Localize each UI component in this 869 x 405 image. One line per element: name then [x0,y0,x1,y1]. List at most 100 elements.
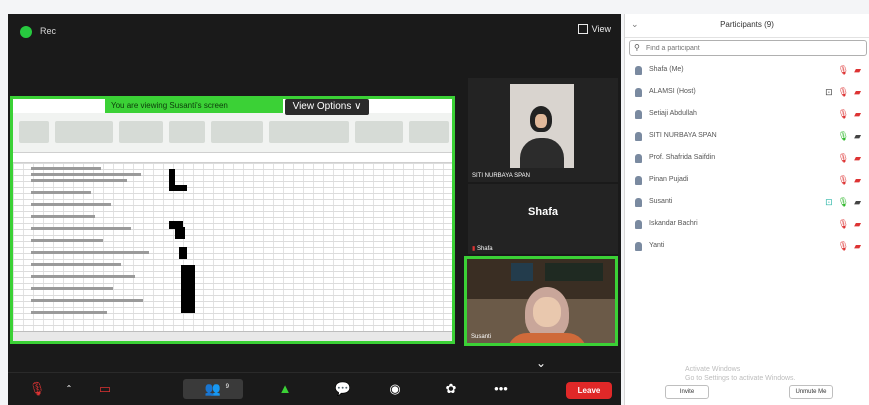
participant-name: ALAMSI (Host) [649,88,696,95]
view-button[interactable]: View [577,24,611,34]
video-tile-susanti[interactable]: Susanti [464,256,618,346]
participant-status: ⊡ 🎙 ▰ [825,87,861,98]
participant-row[interactable]: ALAMSI (Host) ⊡ 🎙 ▰ [625,82,869,104]
record-button[interactable]: ◉ [384,379,406,399]
search-input[interactable] [646,42,856,54]
panel-header: ⌄ Participants (9) [625,14,869,38]
participant-row[interactable]: Yanti 🎙 ▰ [625,236,869,258]
video-off-icon: ▰ [854,175,861,185]
video-on-icon: ▰ [854,197,861,207]
participant-row[interactable]: Setiaji Abdullah 🎙 ▰ [625,104,869,126]
invite-button[interactable]: Invite [665,385,709,399]
tile-name-label: SITI NURBAYA SPAN [472,173,531,179]
meeting-window: Rec View You are viewing Susanti's scree… [8,14,621,405]
gantt-bar [181,265,195,313]
chat-button[interactable]: 💬 [332,379,354,399]
participant-list: Shafa (Me) 🎙 ▰ ALAMSI (Host) ⊡ 🎙 ▰ Setiaji … [625,60,869,258]
mic-muted-icon: 🎙 [837,109,850,119]
screen-share-icon: ⊡ [825,87,833,97]
participant-status: ⊡ 🎙 ▰ [825,197,861,208]
formula-bar [13,153,452,163]
watermark-line: Go to Settings to activate Windows. [685,375,796,382]
participant-row[interactable]: Susanti ⊡ 🎙 ▰ [625,192,869,214]
mic-muted-icon: 🎙 [837,175,850,185]
avatar [635,176,642,185]
wall-picture [511,263,533,281]
sheet-tabs[interactable] [13,331,452,341]
avatar [635,66,642,75]
tile-name-label: Susanti [471,334,492,340]
share-screen-button[interactable]: ▲ [274,379,296,399]
video-tile-shafa[interactable]: Shafa ▮ Shafa [468,184,618,254]
cell-text [31,275,135,278]
participant-status: 🎙 ▰ [838,175,861,186]
audio-options-chevron-icon[interactable]: ⌃ [58,379,80,399]
ribbon-group [355,121,403,143]
security-shield-icon[interactable] [20,26,32,38]
reactions-button[interactable]: ✿ [440,379,462,399]
chevron-down-icon[interactable]: ⌄ [536,356,546,370]
ribbon-group [211,121,263,143]
grid-icon [577,24,588,34]
more-button[interactable]: ••• [490,379,512,399]
avatar [635,220,642,229]
cell-text [31,191,91,194]
excel-ribbon [13,113,452,153]
watermark-line: Activate Windows [685,366,741,373]
avatar [635,110,642,119]
participant-row[interactable]: Iskandar Bachri 🎙 ▰ [625,214,869,236]
body-shape [507,333,587,343]
tile-name-center: Shafa [528,206,558,218]
participant-name: Setiaji Abdullah [649,110,697,117]
avatar [635,154,642,163]
cell-text [31,215,95,218]
participant-video [510,84,574,168]
participant-search[interactable]: ⚲ [629,40,867,56]
cell-text [31,287,113,290]
start-video-button[interactable]: ▭ [94,379,116,399]
wall-board [545,263,603,281]
cell-text [31,227,131,230]
participant-status: 🎙 ▰ [838,65,861,76]
avatar [635,88,642,97]
video-off-icon: ▰ [854,109,861,119]
mic-muted-icon: 🎙 [837,65,850,75]
mic-on-icon: 🎙 [837,131,850,141]
participant-row[interactable]: Shafa (Me) 🎙 ▰ [625,60,869,82]
mic-on-icon: 🎙 [837,197,850,207]
shared-screen: You are viewing Susanti's screen View Op… [10,96,455,344]
participant-status: 🎙 ▰ [838,153,861,164]
participants-button[interactable]: 👥 9 [183,379,243,399]
participant-status: 🎙 ▰ [838,219,861,230]
cell-text [31,203,111,206]
meeting-toolbar: 🎙 ⌃ ▭ 👥 9 ▲ 💬 ◉ ✿ ••• Leave [8,372,621,405]
gantt-bar [175,227,185,239]
video-off-icon: ▰ [854,241,861,251]
participant-status: 🎙 ▰ [838,109,861,120]
participant-row[interactable]: Pinan Pujadi 🎙 ▰ [625,170,869,192]
screen: Rec View You are viewing Susanti's scree… [0,0,869,405]
meeting-title: Rec [40,26,57,36]
participant-name: Pinan Pujadi [649,176,689,183]
view-label: View [591,24,611,34]
participants-icon: 👥 [204,381,222,396]
participant-row[interactable]: Prof. Shafrida Saifdin 🎙 ▰ [625,148,869,170]
body-shape [520,138,564,168]
mic-muted-icon: 🎙 [837,153,850,163]
video-off-icon: ▰ [854,153,861,163]
ribbon-group [169,121,205,143]
ribbon-group [409,121,449,143]
participant-status: 🎙 ▰ [838,241,861,252]
leave-button[interactable]: Leave [566,382,612,399]
participant-row[interactable]: SITI NURBAYA SPAN 🎙 ▰ [625,126,869,148]
ribbon-group [19,121,49,143]
video-off-icon: ▰ [854,219,861,229]
cell-text [31,239,103,242]
mic-muted-icon: 🎙 [837,219,850,229]
view-options-button[interactable]: View Options ∨ [285,99,369,115]
mic-muted-icon: 🎙 [837,241,850,251]
mute-button[interactable]: 🎙 [26,379,48,399]
video-tile-siti[interactable]: SITI NURBAYA SPAN [468,78,618,182]
panel-title: Participants (9) [720,20,774,29]
unmute-me-button[interactable]: Unmute Me [789,385,833,399]
